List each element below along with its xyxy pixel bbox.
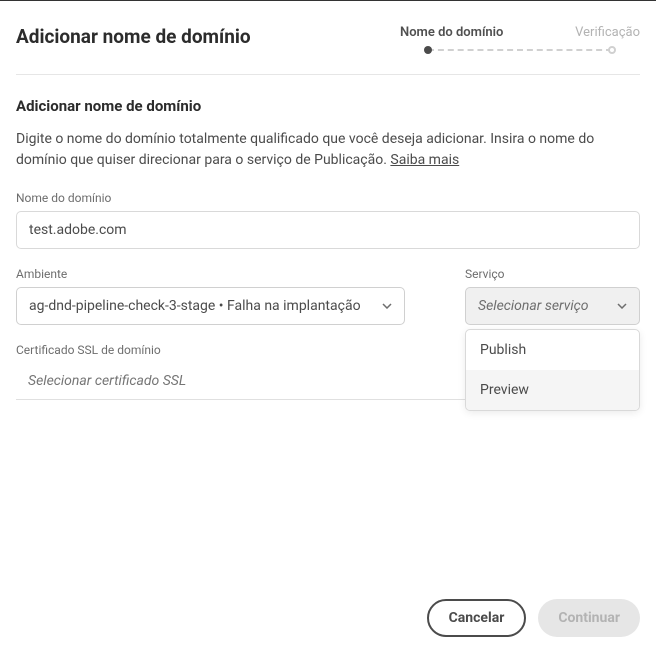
description-text: Digite o nome do domínio totalmente qual… [16,131,594,168]
modal-title: Adicionar nome de domínio [16,25,251,48]
section-description: Digite o nome do domínio totalmente qual… [16,129,640,171]
stepper-step-verification: Verificação [575,25,640,40]
add-domain-modal: Adicionar nome de domínio Nome do domíni… [0,1,656,653]
stepper: Nome do domínio Verificação [400,25,640,54]
chevron-down-icon [617,303,627,309]
stepper-step-domain-name: Nome do domínio [400,25,503,40]
section-title: Adicionar nome de domínio [16,97,640,115]
chevron-down-icon [382,303,392,309]
environment-select[interactable]: ag-dnd-pipeline-check-3-stage • Falha na… [16,287,405,325]
env-service-row: Ambiente ag-dnd-pipeline-check-3-stage •… [16,267,640,325]
modal-footer: Cancelar Continuar [16,583,640,637]
stepper-track [424,46,616,54]
stepper-dot-inactive [608,46,616,54]
stepper-labels: Nome do domínio Verificação [400,25,640,40]
domain-label: Nome do domínio [16,191,640,205]
stepper-line [428,49,612,51]
learn-more-link[interactable]: Saiba mais [390,152,459,168]
domain-field: Nome do domínio [16,191,640,249]
service-option-preview[interactable]: Preview [466,370,639,410]
stepper-dot-active [424,46,432,54]
cancel-button[interactable]: Cancelar [427,599,527,637]
environment-value: ag-dnd-pipeline-check-3-stage • Falha na… [29,298,361,314]
environment-field: Ambiente ag-dnd-pipeline-check-3-stage •… [16,267,405,325]
service-option-publish[interactable]: Publish [466,330,639,370]
service-select[interactable]: Selecionar serviço [465,287,640,325]
service-label: Serviço [465,267,640,281]
service-dropdown: Publish Preview [465,329,640,411]
domain-input[interactable] [16,211,640,249]
service-field: Serviço Selecionar serviço Publish Previ… [465,267,640,325]
continue-button[interactable]: Continuar [538,599,640,637]
divider [16,74,640,75]
service-placeholder: Selecionar serviço [478,298,589,314]
modal-header: Adicionar nome de domínio Nome do domíni… [16,25,640,54]
environment-label: Ambiente [16,267,405,281]
